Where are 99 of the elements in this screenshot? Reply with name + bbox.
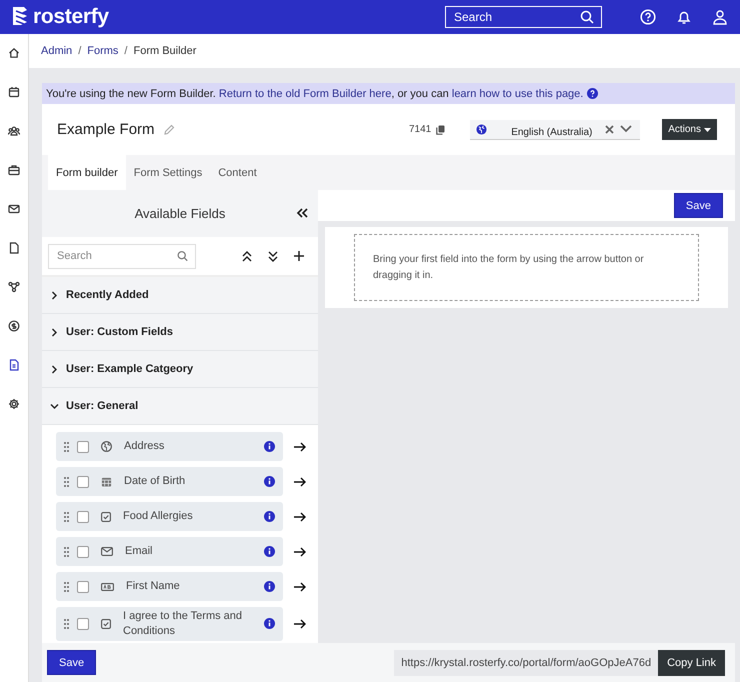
user-icon[interactable]: [712, 9, 728, 25]
breadcrumb-current: Form Builder: [133, 45, 196, 57]
search-icon: [580, 10, 594, 24]
category-header[interactable]: User: General: [42, 388, 318, 425]
drag-handle-icon[interactable]: [64, 442, 69, 452]
field-item[interactable]: Address: [56, 432, 283, 461]
checkbox[interactable]: [77, 618, 89, 630]
checkbox[interactable]: [77, 546, 89, 558]
field-label: First Name: [126, 579, 181, 594]
caret-icon: [704, 128, 711, 132]
arrow-right-icon[interactable]: [294, 512, 306, 522]
field-item[interactable]: First Name: [56, 572, 283, 601]
empty-message: Bring your first field into the form by using the arrow button or dragging it in.: [373, 252, 645, 282]
info-icon[interactable]: [264, 546, 275, 557]
field-label: Food Allergies: [123, 509, 194, 524]
collapse-icon[interactable]: [296, 208, 308, 218]
checkbox[interactable]: [77, 580, 89, 592]
arrow-right-icon[interactable]: [294, 582, 306, 592]
breadcrumb-link[interactable]: Forms: [87, 45, 118, 57]
document-icon[interactable]: [8, 242, 20, 254]
search-icon: [177, 250, 188, 262]
field-item[interactable]: Email: [56, 537, 283, 566]
expand-all-icon[interactable]: [242, 250, 252, 262]
actions-button[interactable]: Actions: [662, 119, 717, 140]
drag-handle-icon[interactable]: [64, 546, 69, 556]
chevron-right-icon: [50, 328, 59, 336]
checkbox-icon: [101, 618, 111, 629]
drag-handle-icon[interactable]: [64, 512, 69, 522]
banner-text: You're using the new Form Builder. Return to the old Form Builder here, or you can learn how to use this page.: [46, 88, 584, 100]
globe-icon: [101, 441, 112, 452]
copy-icon[interactable]: [436, 124, 446, 134]
field-item[interactable]: Date of Birth: [56, 467, 283, 496]
breadcrumb-separator: /: [124, 45, 128, 57]
briefcase-icon[interactable]: [8, 164, 20, 176]
help-icon[interactable]: [587, 88, 598, 99]
calendar-icon: [101, 476, 112, 487]
search-field[interactable]: Search: [48, 244, 196, 268]
chevron-down-icon: [50, 402, 59, 410]
form-link-field[interactable]: https://krystal.rosterfy.co/portal/form/aoGOpJeA76d: [394, 650, 658, 676]
collapse-all-icon[interactable]: [268, 250, 278, 262]
info-icon[interactable]: [264, 476, 275, 487]
help-link[interactable]: learn how to use this page.: [452, 88, 584, 100]
breadcrumb-link[interactable]: Admin: [41, 45, 72, 57]
arrow-right-icon[interactable]: [294, 618, 306, 629]
checkbox[interactable]: [77, 510, 89, 522]
add-icon[interactable]: [294, 251, 304, 261]
info-icon[interactable]: [264, 511, 275, 522]
tab[interactable]: Form builder: [48, 155, 126, 190]
breadcrumb-separator: /: [78, 45, 82, 57]
checkbox-icon: [101, 512, 111, 522]
drag-handle-icon[interactable]: [64, 582, 69, 592]
old-builder-link[interactable]: Return to the old Form Builder here: [218, 88, 392, 100]
form-icon[interactable]: [8, 359, 20, 371]
globe-icon: [476, 124, 488, 134]
home-icon[interactable]: [8, 47, 20, 59]
arrow-right-icon[interactable]: [294, 476, 306, 486]
chevron-right-icon: [50, 290, 59, 300]
category-header[interactable]: User: Custom Fields: [42, 314, 318, 351]
clear-icon[interactable]: [605, 124, 614, 134]
envelope-icon: [101, 547, 113, 556]
bell-icon[interactable]: [676, 9, 692, 25]
checkbox[interactable]: [77, 440, 89, 452]
category-header[interactable]: Recently Added: [42, 277, 318, 314]
drag-handle-icon[interactable]: [64, 476, 69, 486]
field-label: Email: [125, 544, 154, 559]
form-id: 7141: [408, 124, 432, 135]
info-icon[interactable]: [264, 441, 275, 452]
calendar-icon[interactable]: [8, 86, 20, 98]
info-icon[interactable]: [264, 581, 275, 592]
tab[interactable]: Form Settings: [126, 155, 210, 190]
copy-link-button[interactable]: Copy Link: [658, 650, 725, 676]
arrow-right-icon[interactable]: [294, 442, 306, 452]
logo-icon: [12, 6, 28, 28]
field-item[interactable]: Food Allergies: [56, 502, 283, 531]
field-label: Date of Birth: [124, 474, 186, 489]
text-field-icon: [101, 582, 114, 590]
field-label: I agree to the Terms and Conditions: [123, 609, 244, 639]
dollar-icon[interactable]: [8, 320, 20, 332]
save-button[interactable]: Save: [47, 650, 96, 675]
save-button[interactable]: Save: [674, 193, 723, 218]
field-item[interactable]: I agree to the Terms and Conditions: [56, 607, 283, 641]
people-icon[interactable]: [8, 125, 20, 137]
form-title: Example Form: [57, 121, 155, 138]
arrow-right-icon[interactable]: [294, 546, 306, 556]
panel-title: Available Fields: [134, 206, 226, 221]
tab[interactable]: Content: [210, 155, 265, 190]
network-icon[interactable]: [8, 281, 20, 293]
language-select[interactable]: English (Australia): [470, 120, 640, 140]
category-header[interactable]: User: Example Catgeory: [42, 351, 318, 388]
help-icon[interactable]: [640, 9, 656, 25]
checkbox[interactable]: [77, 476, 89, 488]
settings-icon[interactable]: [8, 398, 20, 410]
info-icon[interactable]: [264, 618, 275, 630]
chevron-right-icon: [50, 364, 59, 374]
chevron-down-icon: [620, 125, 632, 133]
mail-icon[interactable]: [8, 203, 20, 215]
drag-handle-icon[interactable]: [64, 618, 69, 629]
field-label: Address: [124, 439, 166, 454]
brand-name: rosterfy: [33, 5, 109, 29]
